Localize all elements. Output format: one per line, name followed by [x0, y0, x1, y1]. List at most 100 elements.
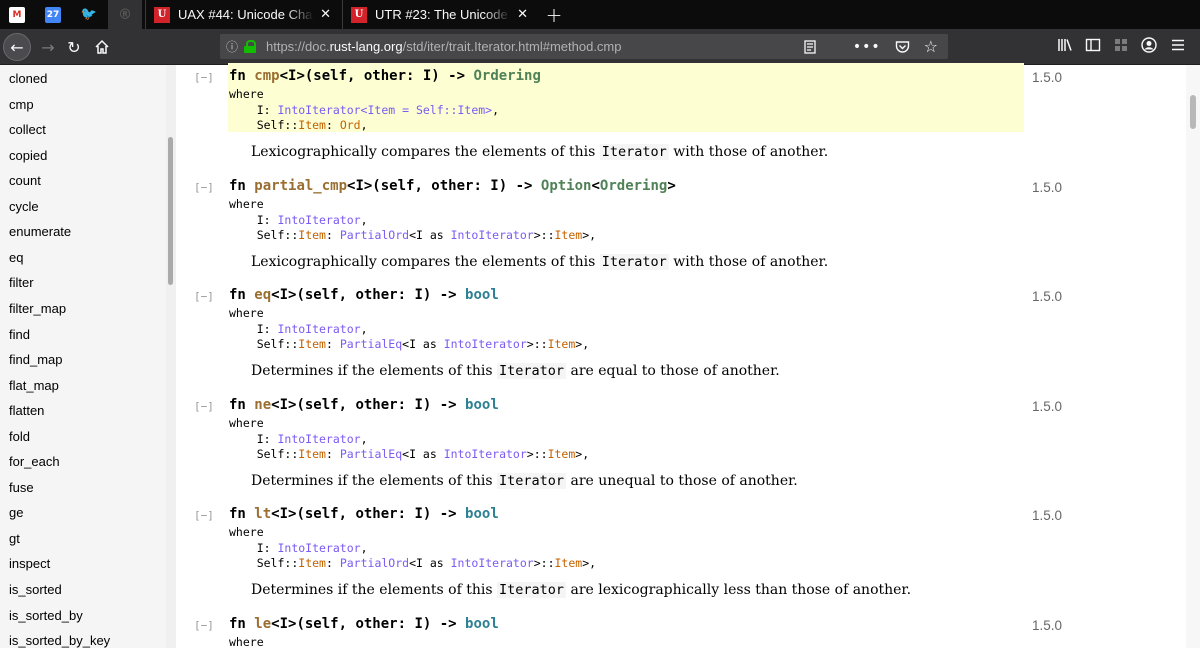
lock-icon[interactable]: [244, 40, 258, 53]
sidebar-item[interactable]: is_sorted_by: [9, 608, 83, 623]
method-signature: fn le<I>(self, other: I) -> bool: [229, 616, 499, 632]
sidebar-item[interactable]: cycle: [9, 199, 39, 214]
account-icon[interactable]: [1140, 36, 1158, 54]
library-icon[interactable]: [1056, 36, 1074, 54]
bookmark-star-icon[interactable]: ☆: [924, 37, 938, 56]
method-signature: fn partial_cmp<I>(self, other: I) -> Opt…: [229, 178, 676, 194]
method-description: Determines if the elements of this Itera…: [251, 473, 798, 489]
collapse-toggle[interactable]: [−]: [194, 619, 214, 632]
pinned-tab-calendar[interactable]: 27: [36, 0, 70, 29]
tab-title: UAX #44: Unicode Character Database: [178, 7, 315, 22]
iterator-link[interactable]: Iterator: [497, 363, 567, 379]
sidebar-item[interactable]: gt: [9, 531, 20, 546]
home-icon: [95, 39, 109, 54]
where-clause: where I: IntoIterator, Self::Item: Parti…: [229, 306, 590, 351]
calendar-icon: 27: [45, 6, 61, 23]
main-scrollbar-thumb[interactable]: [1190, 95, 1196, 129]
method-signature: fn eq<I>(self, other: I) -> bool: [229, 287, 499, 303]
since-version: 1.5.0: [1032, 70, 1063, 85]
sidebar-item[interactable]: is_sorted_by_key: [9, 633, 110, 648]
collapse-toggle[interactable]: [−]: [194, 71, 214, 84]
since-version: 1.5.0: [1032, 399, 1063, 414]
method-name[interactable]: eq: [254, 287, 271, 303]
sidebar-item[interactable]: inspect: [9, 556, 50, 571]
iterator-link[interactable]: Iterator: [599, 254, 669, 270]
method-description: Lexicographically compares the elements …: [251, 254, 829, 270]
method-name[interactable]: le: [254, 616, 271, 632]
reload-icon: ↻: [67, 37, 81, 57]
collapse-toggle[interactable]: [−]: [194, 181, 214, 194]
iterator-link[interactable]: Iterator: [599, 144, 669, 160]
sidebar-item[interactable]: is_sorted: [9, 582, 62, 597]
tab-uax44[interactable]: U UAX #44: Unicode Character Database ✕: [145, 0, 339, 29]
sidebar-item[interactable]: cmp: [9, 97, 34, 112]
reader-view-icon[interactable]: [803, 39, 817, 54]
navigation-bar: ← → ↻ ⓘ https://doc.rust-lang.org/std/it…: [0, 29, 1200, 65]
close-icon[interactable]: ✕: [320, 7, 331, 22]
tab-title: UTR #23: The Unicode Character Property …: [375, 7, 511, 22]
sidebar-item[interactable]: flatten: [9, 403, 44, 418]
sidebar-item[interactable]: fold: [9, 429, 30, 444]
where-clause: where I: IntoIterator<Item = Self::Item>…: [229, 87, 500, 132]
sidebar-item[interactable]: for_each: [9, 454, 60, 469]
forward-button[interactable]: →: [34, 33, 62, 61]
method-description: Determines if the elements of this Itera…: [251, 582, 912, 598]
collapse-toggle[interactable]: [−]: [194, 509, 214, 522]
sidebar-scrollbar-thumb[interactable]: [168, 137, 173, 285]
extension-icon[interactable]: [1112, 36, 1130, 54]
method-description: Lexicographically compares the elements …: [251, 144, 829, 160]
method-name[interactable]: cmp: [254, 68, 279, 84]
sidebar-item[interactable]: collect: [9, 122, 46, 137]
sidebar-item[interactable]: eq: [9, 250, 23, 265]
main-scrollbar[interactable]: [1186, 65, 1200, 648]
sidebar-item[interactable]: copied: [9, 148, 47, 163]
iterator-link[interactable]: Iterator: [497, 473, 567, 489]
close-icon[interactable]: ✕: [517, 7, 528, 22]
url-text[interactable]: https://doc.rust-lang.org/std/iter/trait…: [266, 39, 803, 54]
method-name[interactable]: lt: [254, 506, 271, 522]
tab-utr23[interactable]: U UTR #23: The Unicode Character Propert…: [342, 0, 536, 29]
since-version: 1.5.0: [1032, 508, 1063, 523]
where-clause: where I: IntoIterator, Self::Item: Parti…: [229, 416, 590, 461]
sidebar-item[interactable]: find_map: [9, 352, 62, 367]
method-signature: fn cmp<I>(self, other: I) -> Ordering: [229, 68, 541, 84]
where-clause: where I: IntoIterator, Self::Item: Parti…: [229, 525, 597, 570]
more-actions-icon[interactable]: •••: [853, 39, 881, 55]
reload-button[interactable]: ↻: [60, 33, 88, 61]
sidebar-icon[interactable]: [1084, 36, 1102, 54]
gmail-icon: M: [9, 6, 25, 23]
sidebar-item[interactable]: flat_map: [9, 378, 59, 393]
pinned-tab-twitter[interactable]: 🐦: [72, 0, 106, 29]
sidebar-item[interactable]: fuse: [9, 480, 34, 495]
home-button[interactable]: [88, 33, 116, 61]
sidebar-item[interactable]: ge: [9, 505, 23, 520]
sidebar-item[interactable]: find: [9, 327, 30, 342]
pocket-icon[interactable]: [895, 40, 910, 54]
method-sidebar: cloned cmp collect copied count cycle enumerat…: [0, 65, 166, 648]
since-version: 1.5.0: [1032, 180, 1063, 195]
iterator-link[interactable]: Iterator: [497, 582, 567, 598]
twitter-icon: 🐦: [80, 7, 98, 22]
rust-icon: ®: [118, 6, 132, 23]
sidebar-item[interactable]: filter: [9, 275, 34, 290]
new-tab-button[interactable]: +: [542, 0, 566, 29]
collapse-toggle[interactable]: [−]: [194, 400, 214, 413]
arrow-left-icon: ←: [10, 37, 24, 57]
collapse-toggle[interactable]: [−]: [194, 290, 214, 303]
sidebar-item[interactable]: count: [9, 173, 41, 188]
info-icon[interactable]: ⓘ: [220, 38, 244, 55]
where-clause: where I: IntoIterator, Self::Item: Parti…: [229, 197, 597, 242]
url-bar[interactable]: ⓘ https://doc.rust-lang.org/std/iter/tra…: [220, 34, 948, 59]
since-version: 1.5.0: [1032, 289, 1063, 304]
pinned-tab-rust[interactable]: ®: [108, 0, 142, 29]
pinned-tab-gmail[interactable]: M: [0, 0, 34, 29]
sidebar-scrollbar[interactable]: [166, 65, 176, 648]
menu-icon[interactable]: [1169, 36, 1187, 54]
method-name[interactable]: partial_cmp: [254, 178, 347, 194]
sidebar-item[interactable]: enumerate: [9, 224, 71, 239]
sidebar-item[interactable]: filter_map: [9, 301, 66, 316]
back-button[interactable]: ←: [3, 33, 31, 61]
since-version: 1.5.0: [1032, 618, 1063, 633]
method-name[interactable]: ne: [254, 397, 271, 413]
sidebar-item[interactable]: cloned: [9, 71, 47, 86]
